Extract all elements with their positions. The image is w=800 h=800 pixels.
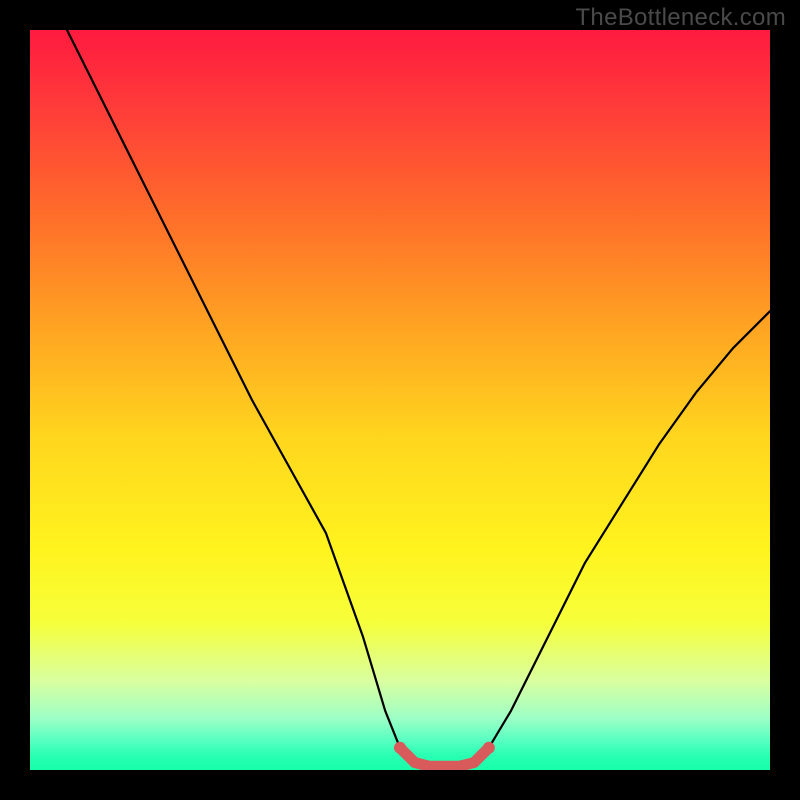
optimal-range-highlight (400, 748, 489, 767)
plot-area (30, 30, 770, 770)
bottleneck-curve (67, 30, 770, 766)
optimal-range-end-dot (483, 742, 495, 754)
optimal-range-start-dot (394, 742, 406, 754)
curve-layer (30, 30, 770, 770)
watermark-text: TheBottleneck.com (575, 4, 786, 32)
chart-frame: TheBottleneck.com (0, 0, 800, 800)
